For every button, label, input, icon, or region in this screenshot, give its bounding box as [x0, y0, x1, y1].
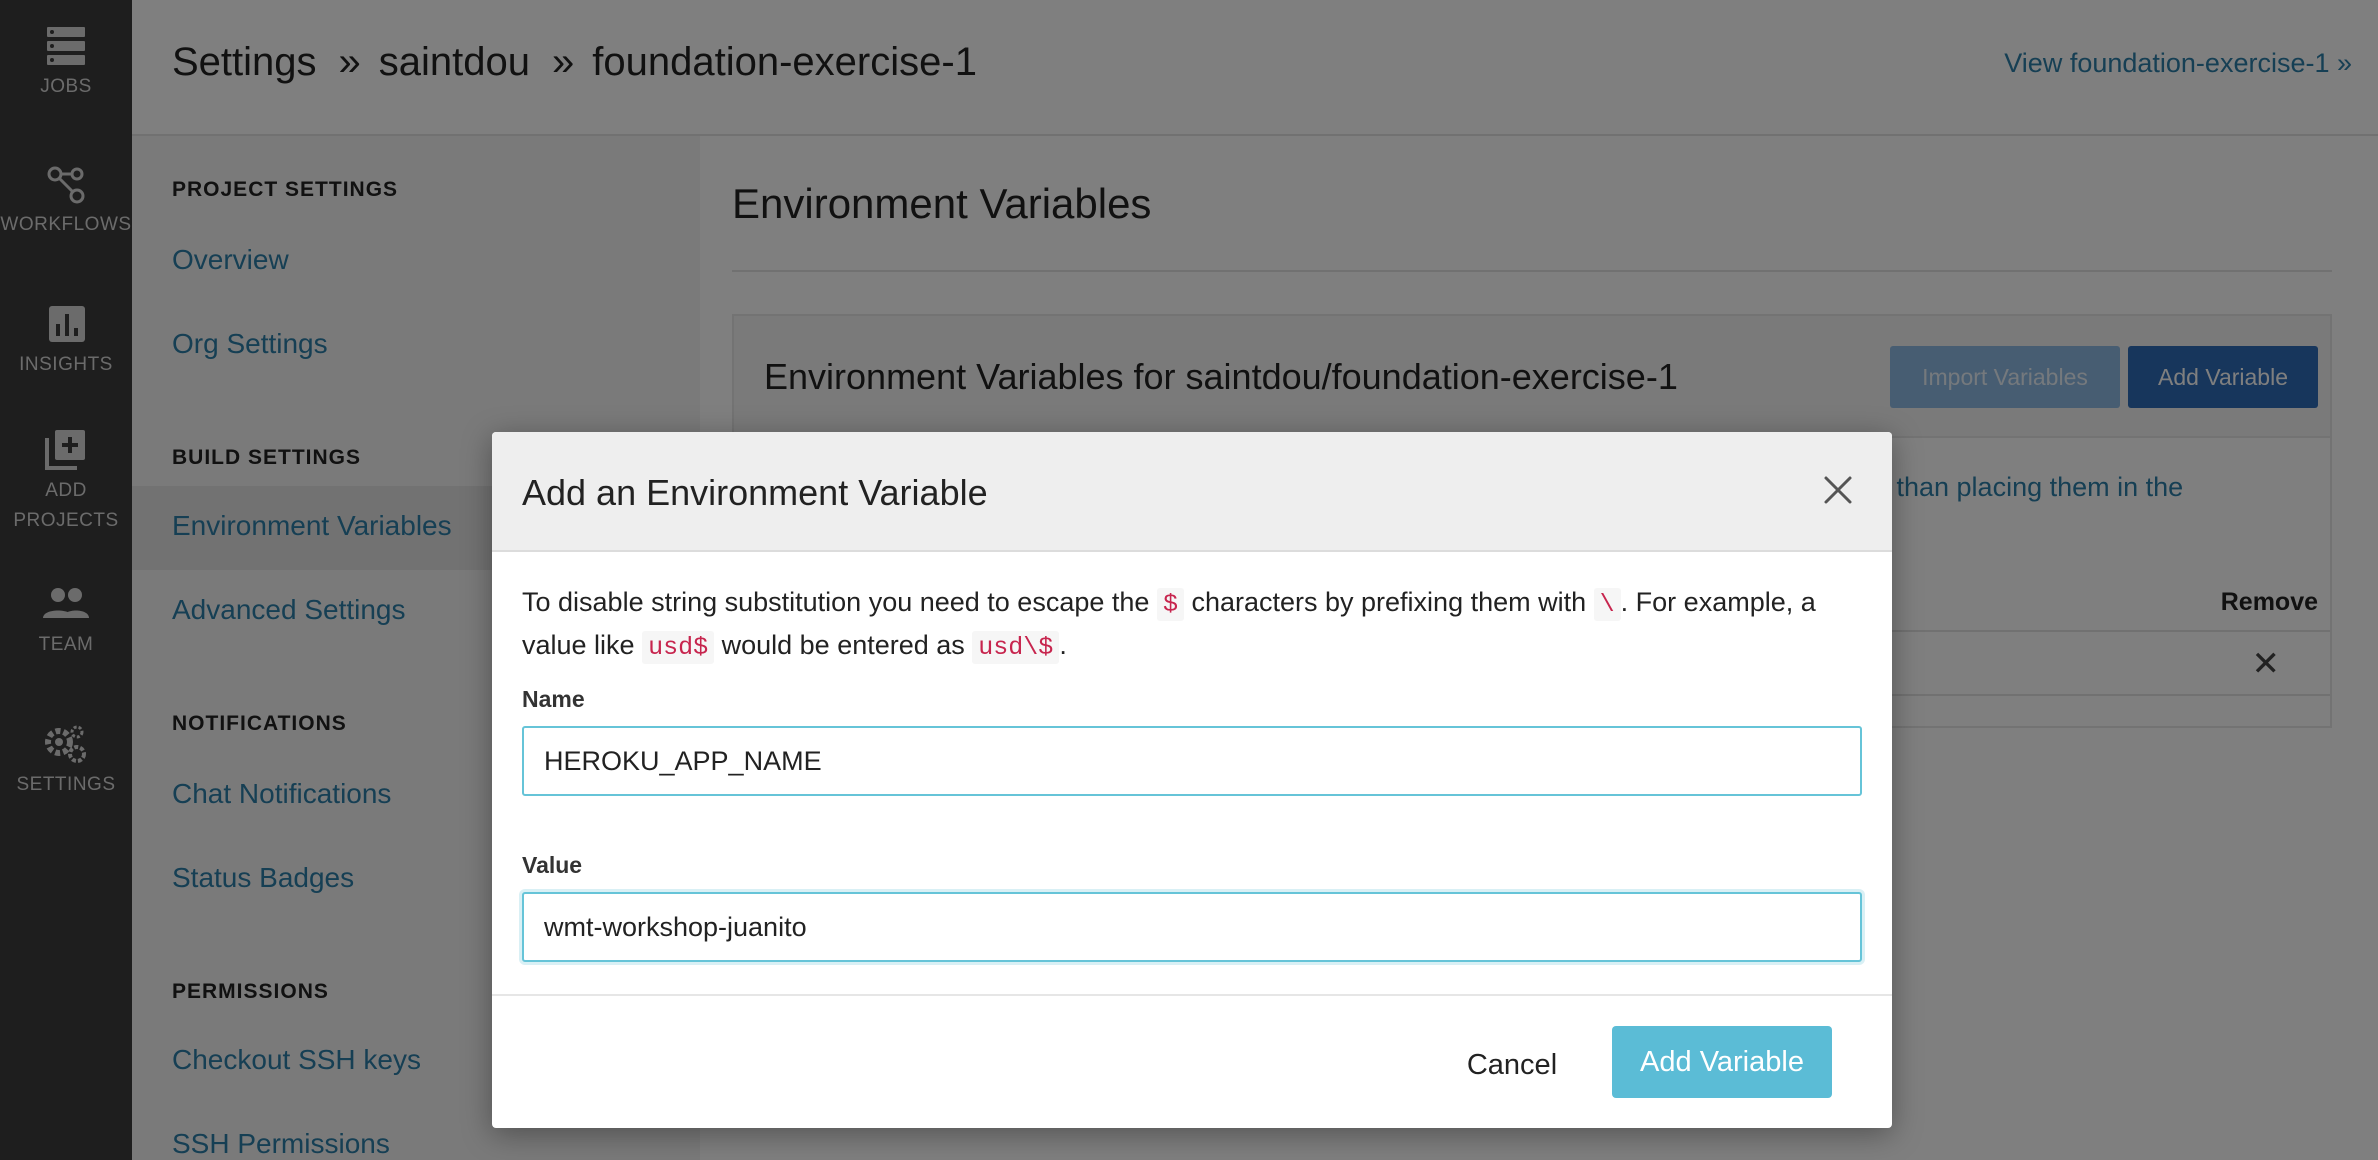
name-input[interactable]: [522, 726, 1862, 796]
description-text: .: [1059, 630, 1067, 660]
code-snippet: $: [1156, 588, 1184, 621]
close-icon[interactable]: [1818, 470, 1858, 510]
divider: [492, 994, 1892, 996]
name-field-label: Name: [522, 686, 585, 712]
modal-title: Add an Environment Variable: [522, 472, 988, 513]
code-snippet: usd\$: [972, 631, 1060, 664]
modal-header: Add an Environment Variable: [492, 432, 1892, 552]
code-snippet: \: [1593, 588, 1621, 621]
value-input[interactable]: [522, 892, 1862, 962]
code-snippet: usd$: [642, 631, 715, 664]
modal-description: To disable string substitution you need …: [522, 582, 1862, 668]
description-text: characters by prefixing them with: [1191, 587, 1587, 617]
value-field-label: Value: [522, 852, 583, 878]
description-text: would be entered as: [721, 630, 965, 660]
add-env-var-modal: Add an Environment Variable To disable s…: [492, 432, 1892, 1128]
submit-add-variable-button[interactable]: Add Variable: [1612, 1026, 1832, 1098]
description-text: To disable string substitution you need …: [522, 587, 1150, 617]
cancel-button[interactable]: Cancel: [1452, 1030, 1572, 1100]
